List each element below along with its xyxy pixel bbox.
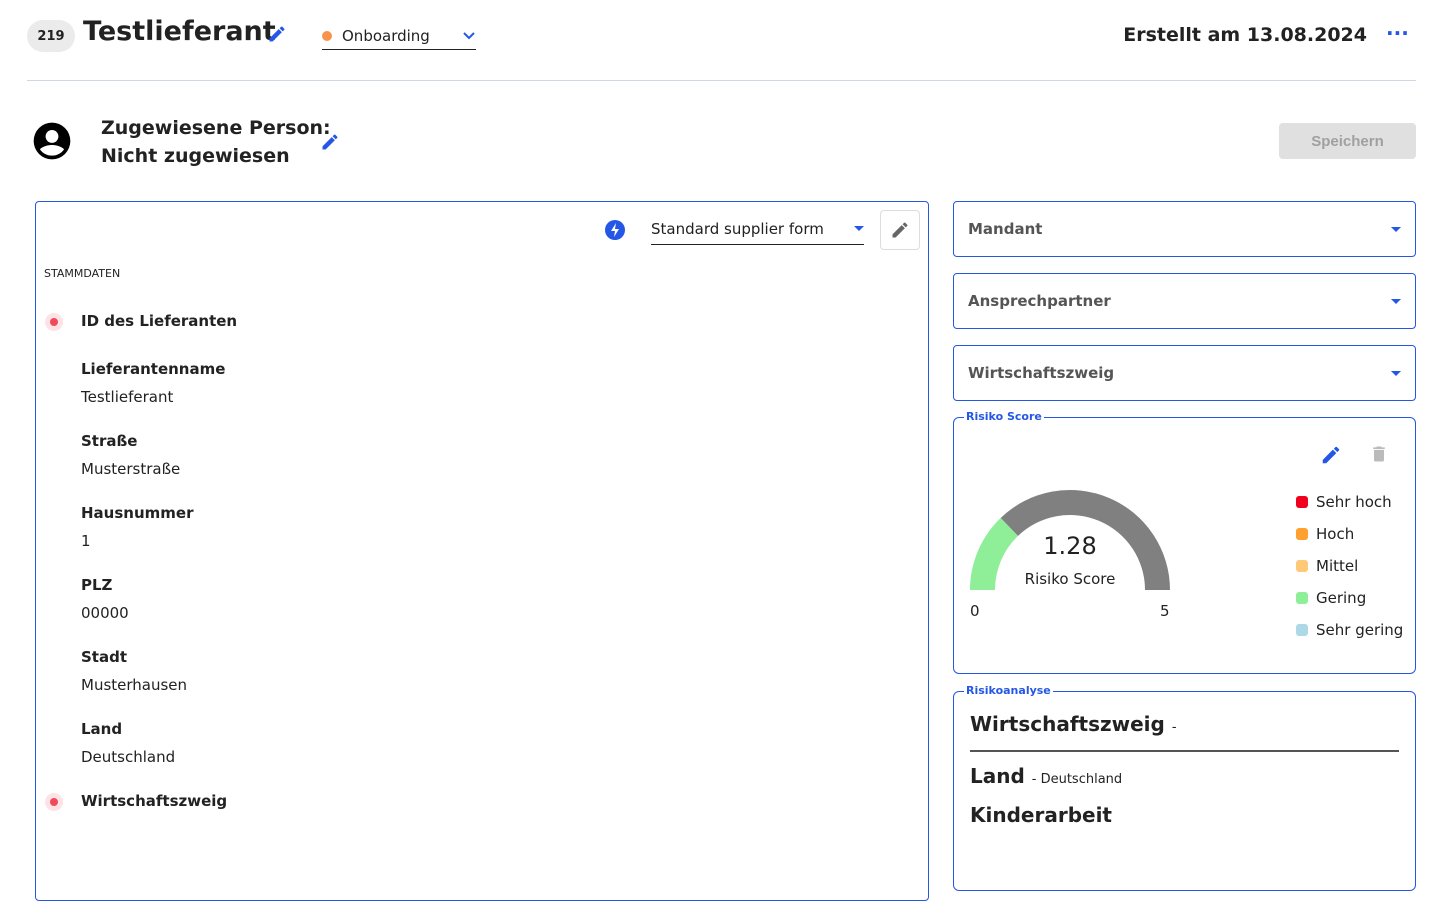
- field-value[interactable]: 00000: [81, 604, 129, 622]
- id-badge: 219: [27, 20, 75, 52]
- field-value[interactable]: Musterhausen: [81, 676, 187, 694]
- section-title: STAMMDATEN: [44, 267, 121, 280]
- field-value[interactable]: 1: [81, 532, 91, 550]
- legend-item: Sehr hoch: [1296, 493, 1392, 511]
- analysis-title: Wirtschaftszweig: [970, 712, 1165, 736]
- analysis-value: - Deutschland: [1031, 772, 1123, 787]
- legend-item: Gering: [1296, 589, 1366, 607]
- edit-assignee-icon[interactable]: [320, 132, 340, 152]
- gauge-value: 1.28: [1043, 532, 1097, 560]
- status-select[interactable]: Onboarding: [322, 22, 476, 50]
- legend-label: Hoch: [1316, 525, 1355, 543]
- select-label: Wirtschaftszweig: [968, 364, 1115, 382]
- legend-label: Sehr gering: [1316, 621, 1404, 639]
- select-label: Mandant: [968, 220, 1043, 238]
- legend-swatch: [1296, 528, 1308, 540]
- assignee-label: Zugewiesene Person:: [101, 117, 331, 139]
- field-label: Straße: [81, 432, 138, 450]
- edit-form-button[interactable]: [880, 210, 920, 250]
- caret-down-icon: [854, 226, 864, 231]
- person-icon: [33, 122, 71, 160]
- legend-item: Sehr gering: [1296, 621, 1403, 639]
- form-select[interactable]: Standard supplier form: [651, 213, 864, 245]
- legend-swatch: [1296, 496, 1308, 508]
- risk-score-legend-title: Risiko Score: [964, 410, 1044, 423]
- caret-down-icon: [1391, 298, 1401, 304]
- assignee-info: Zugewiesene Person: Nicht zugewiesen: [101, 114, 331, 170]
- status-dot: [322, 30, 332, 41]
- field-value[interactable]: Deutschland: [81, 748, 175, 766]
- legend-swatch: [1296, 624, 1308, 636]
- save-button[interactable]: Speichern: [1279, 123, 1416, 159]
- legend-label: Gering: [1316, 589, 1367, 607]
- field-label: Stadt: [81, 648, 128, 666]
- field-label: PLZ: [81, 576, 113, 594]
- field-label: Wirtschaftszweig: [81, 792, 228, 810]
- select-label: Ansprechpartner: [968, 292, 1111, 310]
- gauge-min: 0: [970, 602, 980, 620]
- assignee-value: Nicht zugewiesen: [101, 145, 290, 167]
- chevron-down-icon: [463, 31, 475, 39]
- field-value[interactable]: Testlieferant: [81, 388, 173, 406]
- more-icon[interactable]: ···: [1386, 23, 1409, 43]
- analysis-item-wirtschaftszweig: Wirtschaftszweig -: [970, 712, 1177, 736]
- created-date: Erstellt am 13.08.2024: [1123, 24, 1367, 46]
- gauge-max: 5: [1160, 602, 1170, 620]
- divider: [970, 750, 1399, 752]
- caret-down-icon: [1391, 226, 1401, 232]
- risk-analysis-legend-title: Risikoanalyse: [964, 684, 1053, 697]
- field-label: Lieferantenname: [81, 360, 226, 378]
- status-value: Onboarding: [342, 26, 430, 45]
- edit-title-icon[interactable]: [267, 24, 287, 44]
- select-mandant[interactable]: Mandant: [953, 201, 1416, 257]
- legend-label: Sehr hoch: [1316, 493, 1392, 511]
- edit-risk-icon[interactable]: [1320, 444, 1342, 466]
- trash-icon[interactable]: [1369, 444, 1389, 464]
- select-wirtschaftszweig[interactable]: Wirtschaftszweig: [953, 345, 1416, 401]
- legend-swatch: [1296, 560, 1308, 572]
- page-title: Testlieferant: [83, 16, 276, 47]
- analysis-item-kinderarbeit: Kinderarbeit: [970, 803, 1112, 827]
- legend-label: Mittel: [1316, 557, 1359, 575]
- required-indicator: [45, 793, 63, 811]
- field-label: ID des Lieferanten: [81, 312, 238, 330]
- select-ansprechpartner[interactable]: Ansprechpartner: [953, 273, 1416, 329]
- field-label: Land: [81, 720, 123, 738]
- divider: [27, 80, 1416, 81]
- analysis-item-land: Land - Deutschland: [970, 764, 1122, 788]
- pencil-icon: [892, 222, 908, 238]
- analysis-title: Land: [970, 764, 1025, 788]
- caret-down-icon: [1391, 370, 1401, 376]
- field-value[interactable]: Musterstraße: [81, 460, 180, 478]
- required-indicator: [45, 313, 63, 331]
- legend-item: Hoch: [1296, 525, 1354, 543]
- gauge-label: Risiko Score: [1024, 570, 1116, 588]
- legend-swatch: [1296, 592, 1308, 604]
- form-select-value: Standard supplier form: [651, 219, 824, 238]
- analysis-value: -: [1171, 720, 1177, 735]
- lightning-icon: [605, 220, 625, 240]
- field-label: Hausnummer: [81, 504, 194, 522]
- legend-item: Mittel: [1296, 557, 1358, 575]
